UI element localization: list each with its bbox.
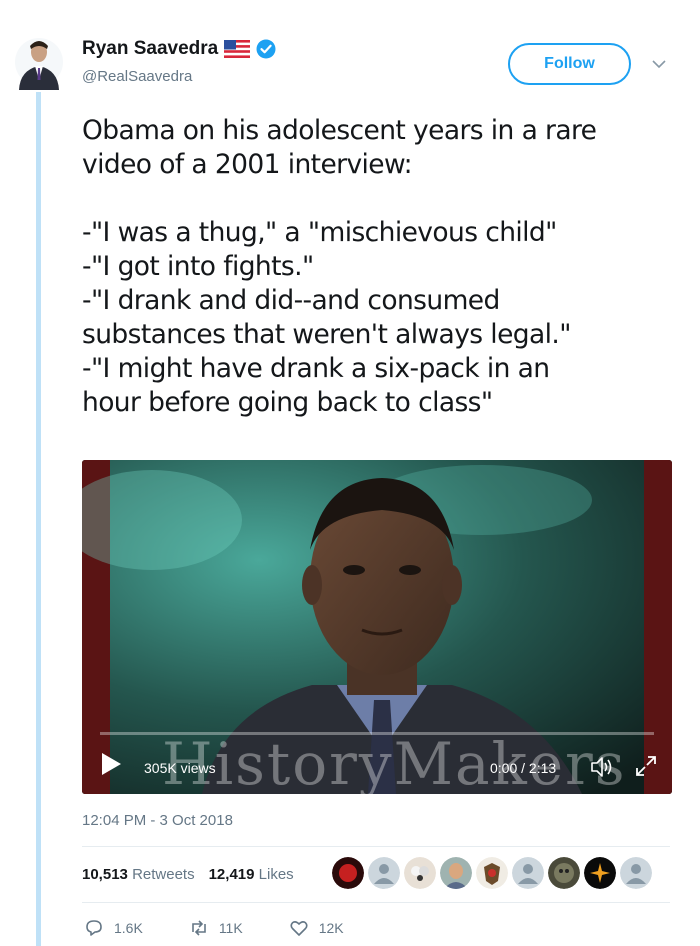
reply-count: 1.6K — [114, 920, 143, 936]
liker-avatar[interactable] — [368, 857, 400, 889]
tweet-line: hour before going back to class" — [82, 387, 493, 418]
tweet-line: Obama on his adolescent years in a rare — [82, 115, 597, 146]
like-count: 12K — [318, 920, 344, 936]
volume-icon[interactable] — [590, 756, 614, 778]
author-name-row: Ryan Saavedra — [82, 38, 276, 60]
retweet-icon — [192, 920, 206, 936]
retweet-count: 11K — [218, 920, 243, 936]
play-icon[interactable] — [100, 752, 122, 776]
follow-button[interactable]: Follow — [508, 43, 631, 85]
video-watermark: HistoryMakers — [162, 730, 627, 794]
heart-icon — [290, 921, 308, 936]
reply-icon — [86, 920, 102, 936]
tweet-line: -"I might have drank a six-pack in an — [82, 353, 550, 384]
like-button[interactable]: 12K — [289, 918, 344, 938]
video-view-count: 305K views — [144, 760, 216, 776]
liker-avatar[interactable] — [404, 857, 436, 889]
retweet-button[interactable]: 11K — [189, 918, 243, 938]
verified-badge-icon — [256, 39, 276, 59]
liker-avatar[interactable] — [620, 857, 652, 889]
chevron-down-icon[interactable] — [650, 56, 668, 70]
likes-count: 12,419 — [208, 866, 255, 883]
tweet-timestamp[interactable]: 12:04 PM - 3 Oct 2018 — [82, 812, 233, 829]
thread-connector-line — [36, 92, 41, 946]
fullscreen-icon[interactable] — [634, 754, 658, 778]
liker-avatar[interactable] — [548, 857, 580, 889]
liker-avatar[interactable] — [584, 857, 616, 889]
liker-avatar[interactable] — [332, 857, 364, 889]
tweet-actions: 1.6K 11K 12K — [84, 918, 344, 938]
liker-avatars — [332, 857, 652, 889]
tweet-line: -"I drank and did--and consumed — [82, 285, 500, 316]
reply-button[interactable]: 1.6K — [84, 918, 143, 938]
liker-avatar[interactable] — [440, 857, 472, 889]
tweet-text: Obama on his adolescent years in a rare … — [82, 114, 682, 420]
tweet-line: -"I was a thug," a "mischievous child" — [82, 217, 557, 248]
liker-avatar[interactable] — [512, 857, 544, 889]
avatar[interactable] — [14, 34, 64, 90]
divider — [82, 902, 670, 903]
retweets-stat[interactable]: 10,513 Retweets — [82, 866, 195, 883]
author-display-name[interactable]: Ryan Saavedra — [82, 38, 218, 60]
us-flag-icon — [224, 40, 251, 58]
liker-avatar[interactable] — [476, 857, 508, 889]
divider — [82, 846, 670, 847]
author-handle[interactable]: @RealSaavedra — [82, 68, 192, 85]
tweet-stats: 10,513 Retweets 12,419 Likes — [82, 866, 294, 883]
likes-stat[interactable]: 12,419 Likes — [209, 866, 294, 883]
tweet-line: substances that weren't always legal." — [82, 319, 571, 350]
retweets-count: 10,513 — [82, 866, 128, 883]
tweet-line: -"I got into fights." — [82, 251, 314, 282]
tweet-line: video of a 2001 interview: — [82, 149, 413, 180]
video-time-display: 0:00 / 2:13 — [490, 760, 557, 776]
likes-label: Likes — [258, 866, 294, 883]
video-player[interactable]: HistoryMakers 305K views 0:00 / 2:13 — [82, 460, 672, 794]
video-progress-bar[interactable] — [100, 732, 654, 735]
retweets-label: Retweets — [132, 866, 195, 883]
